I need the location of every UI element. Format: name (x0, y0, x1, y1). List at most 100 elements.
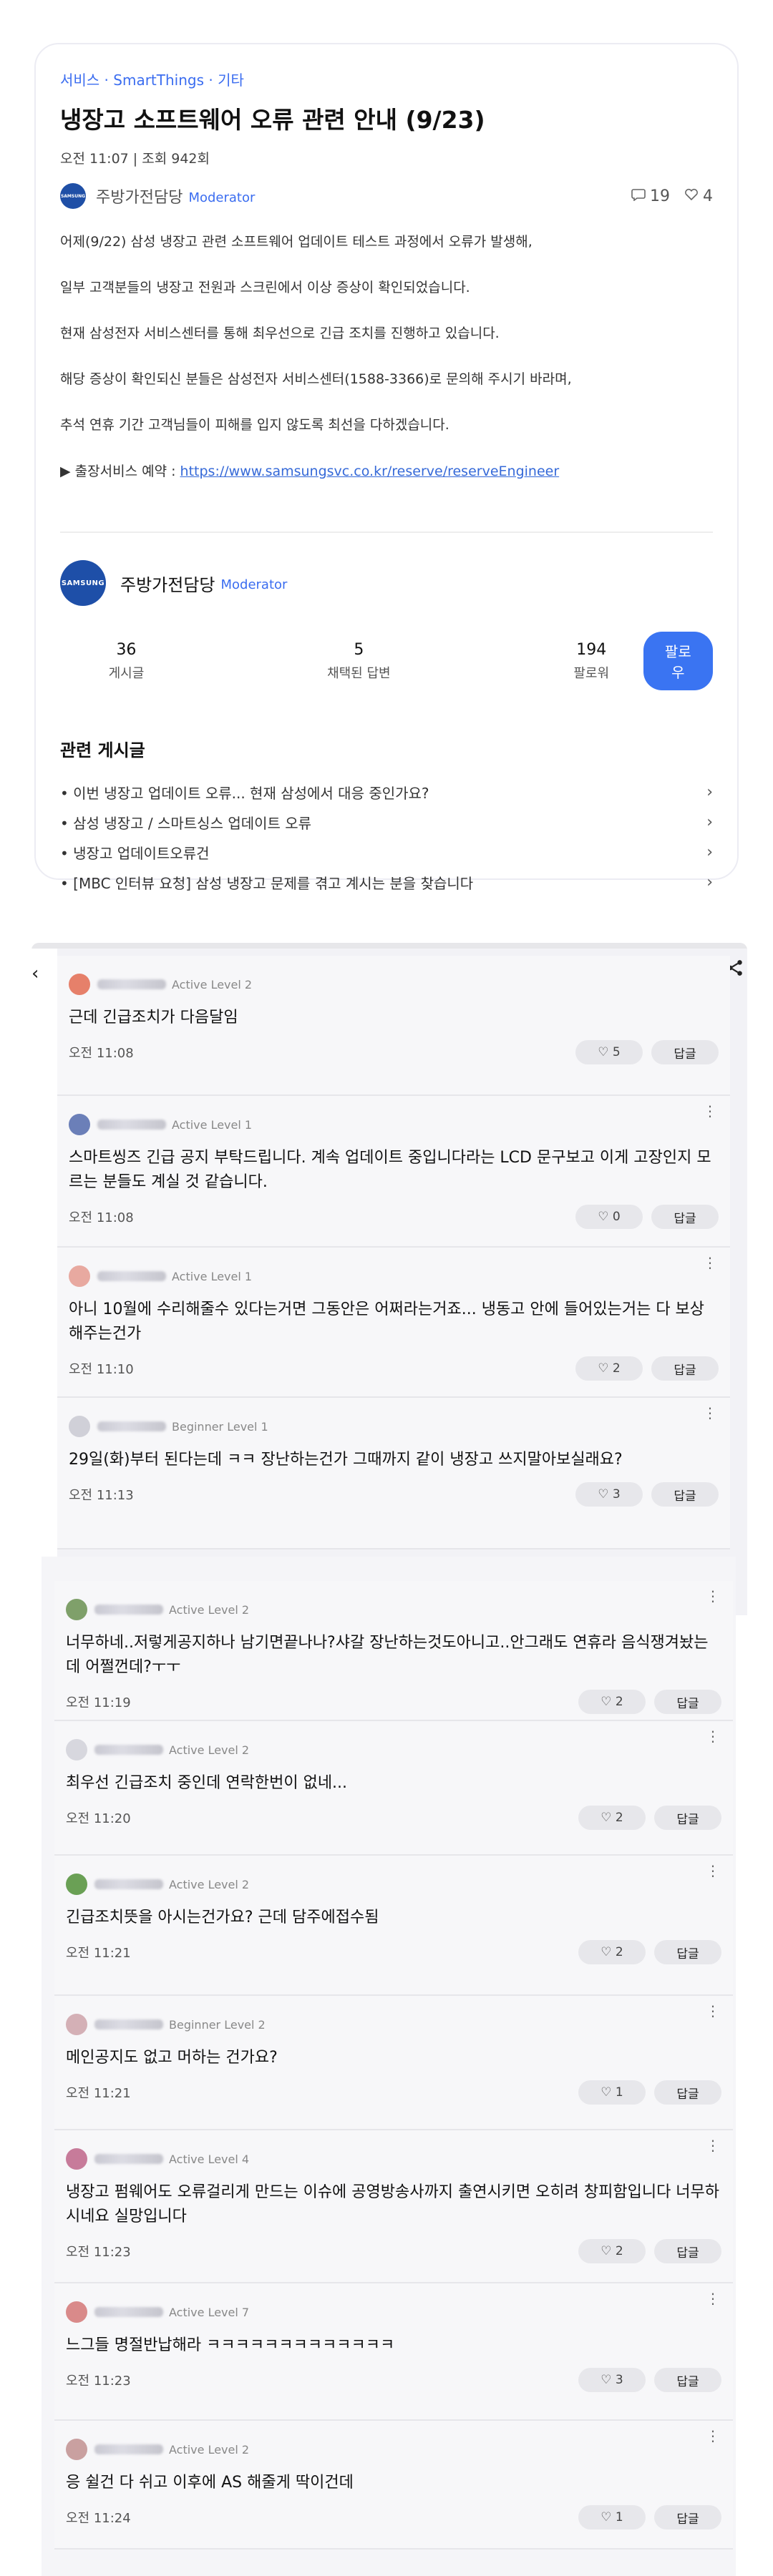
avatar[interactable] (66, 1599, 87, 1620)
stat-label: 팔로워 (573, 665, 610, 681)
username-blurred[interactable] (94, 2444, 163, 2454)
back-icon[interactable]: ‹ (31, 963, 53, 984)
heart-icon: ♡ (598, 1045, 609, 1059)
like-count[interactable]: 4 (684, 187, 713, 205)
like-button[interactable]: ♡ 2 (578, 1940, 646, 1964)
avatar[interactable] (66, 2439, 87, 2460)
avatar[interactable] (69, 1114, 90, 1135)
related-item-label: • [MBC 인터뷰 요청] 삼성 냉장고 문제를 겪고 계시는 분을 찾습니다 (60, 874, 474, 892)
author-avatar[interactable]: SAMSUNG (60, 183, 86, 209)
user-level: Active Level 1 (172, 1269, 253, 1283)
post-meta: 오전 11:07 | 조회 942회 (60, 151, 210, 167)
stat-value: 36 (116, 640, 137, 659)
like-button[interactable]: ♡ 2 (575, 1356, 643, 1381)
username-blurred[interactable] (94, 2154, 163, 2164)
related-item-label: • 냉장고 업데이트오류건 (60, 844, 210, 862)
reply-button[interactable]: 답글 (651, 1356, 719, 1381)
breadcrumb[interactable]: 서비스 · SmartThings · 기타 (60, 69, 713, 89)
comment-header: Active Level 2 (69, 969, 719, 1000)
post-paragraph: 해당 증상이 확인되신 분들은 삼성전자 서비스센터(1588-3366)로 문… (60, 371, 572, 387)
reply-button[interactable]: 답글 (651, 1205, 719, 1229)
comment-time: 오전 11:13 (69, 1488, 134, 1503)
reply-button[interactable]: 답글 (654, 2505, 721, 2530)
related-item[interactable]: • 냉장고 업데이트오류건 › (60, 837, 713, 867)
like-button[interactable]: ♡ 2 (578, 1806, 646, 1830)
username-blurred[interactable] (94, 1745, 163, 1755)
post-author-name[interactable]: 주방가전담당 (96, 185, 183, 207)
like-count: 2 (612, 1361, 621, 1376)
username-blurred[interactable] (94, 1605, 163, 1615)
like-button[interactable]: ♡ 2 (578, 2239, 646, 2263)
comment-header: Active Level 4 (66, 2143, 721, 2175)
follow-button[interactable]: 팔로우 (643, 632, 713, 690)
heart-icon (684, 187, 699, 205)
reply-button[interactable]: 답글 (654, 1690, 721, 1714)
avatar[interactable] (69, 1265, 90, 1287)
divider (60, 532, 713, 533)
comment-header: Active Level 2 (66, 1869, 721, 1900)
author-profile-name[interactable]: 주방가전담당 (120, 571, 215, 596)
related-item[interactable]: • [MBC 인터뷰 요청] 삼성 냉장고 문제를 겪고 계시는 분을 찾습니다… (60, 867, 713, 897)
more-options-icon[interactable]: ⋮ (703, 1104, 717, 1118)
like-button[interactable]: ♡ 1 (578, 2505, 646, 2530)
reply-button[interactable]: 답글 (654, 1940, 721, 1964)
heart-icon: ♡ (601, 2510, 612, 2524)
more-options-icon[interactable]: ⋮ (706, 2004, 720, 2018)
comment-text: 냉장고 펌웨어도 오류걸리게 만드는 이슈에 공영방송사까지 출연시키면 오히려… (66, 2183, 720, 2225)
more-options-icon[interactable]: ⋮ (706, 2291, 720, 2306)
reply-button[interactable]: 답글 (654, 1806, 721, 1830)
comment-count[interactable]: 19 (631, 187, 670, 205)
more-options-icon[interactable]: ⋮ (706, 1729, 720, 1743)
username-blurred[interactable] (97, 979, 166, 989)
avatar[interactable] (66, 1739, 87, 1760)
like-count: 0 (612, 1210, 621, 1224)
more-options-icon[interactable]: ⋮ (706, 2138, 720, 2153)
more-options-icon[interactable]: ⋮ (706, 2429, 720, 2443)
like-button[interactable]: ♡ 5 (575, 1040, 643, 1064)
comment-time: 오전 11:08 (69, 1210, 134, 1225)
like-button[interactable]: ♡ 0 (575, 1205, 643, 1229)
like-button[interactable]: ♡ 1 (578, 2080, 646, 2105)
avatar[interactable] (66, 2014, 87, 2035)
username-blurred[interactable] (97, 1421, 166, 1431)
comment-text: 29일(화)부터 된다는데 ㅋㅋ 장난하는건가 그때까지 같이 냉장고 쓰지말아… (69, 1451, 623, 1469)
related-item[interactable]: • 삼성 냉장고 / 스마트싱스 업데이트 오류 › (60, 807, 713, 837)
comment-time: 오전 11:08 (69, 1046, 134, 1061)
like-button[interactable]: ♡ 2 (578, 1690, 646, 1714)
username-blurred[interactable] (97, 1120, 166, 1130)
more-options-icon[interactable]: ⋮ (706, 1589, 720, 1603)
reply-button[interactable]: 답글 (654, 2239, 721, 2263)
comment-text: 최우선 긴급조치 중인데 연락한번이 없네... (66, 1774, 348, 1792)
avatar[interactable] (69, 1416, 90, 1437)
avatar[interactable] (66, 1874, 87, 1895)
username-blurred[interactable] (97, 1271, 166, 1281)
related-item[interactable]: • 이번 냉장고 업데이트 오류... 현재 삼성에서 대응 중인가요? › (60, 777, 713, 807)
username-blurred[interactable] (94, 2307, 163, 2317)
user-level: Active Level 2 (172, 977, 253, 991)
frame-left-edge (31, 949, 57, 1615)
more-options-icon[interactable]: ⋮ (703, 1406, 717, 1420)
avatar[interactable] (66, 2148, 87, 2170)
like-button[interactable]: ♡ 3 (578, 2368, 646, 2392)
comment-text: 느그들 명절반납해라 ㅋㅋㅋㅋㅋㅋㅋㅋㅋㅋㅋㅋㅋ (66, 2336, 395, 2354)
reply-button[interactable]: 답글 (651, 1482, 719, 1507)
reply-button[interactable]: 답글 (654, 2080, 721, 2105)
more-options-icon[interactable]: ⋮ (703, 1255, 717, 1270)
author-stats: 36 게시글 5 채택된 답변 194 팔로워 팔로우 (60, 632, 713, 690)
comment-header: Active Level 1 (69, 1109, 719, 1140)
username-blurred[interactable] (94, 2019, 163, 2029)
reply-button[interactable]: 답글 (651, 1040, 719, 1064)
like-button[interactable]: ♡ 3 (575, 1482, 643, 1507)
service-reservation-link[interactable]: https://www.samsungsvc.co.kr/reserve/res… (180, 464, 560, 479)
comment-item: Active Level 2 ⋮ 너무하네..저렇게공지하나 남기면끝나나?샤갈 장… (54, 1581, 733, 1721)
post-paragraph: 추석 연휴 기간 고객님들이 피해를 입지 않도록 최선을 다하겠습니다. (60, 417, 449, 433)
reply-button[interactable]: 답글 (654, 2368, 721, 2392)
avatar[interactable] (69, 974, 90, 995)
author-profile-avatar[interactable]: SAMSUNG (60, 560, 106, 606)
heart-icon: ♡ (598, 1487, 609, 1502)
comment-item: Active Level 4 ⋮ 냉장고 펌웨어도 오류걸리게 만드는 이슈에 공영… (54, 2130, 733, 2283)
related-heading: 관련 게시글 (60, 740, 145, 760)
username-blurred[interactable] (94, 1879, 163, 1889)
more-options-icon[interactable]: ⋮ (706, 1864, 720, 1878)
avatar[interactable] (66, 2301, 87, 2323)
